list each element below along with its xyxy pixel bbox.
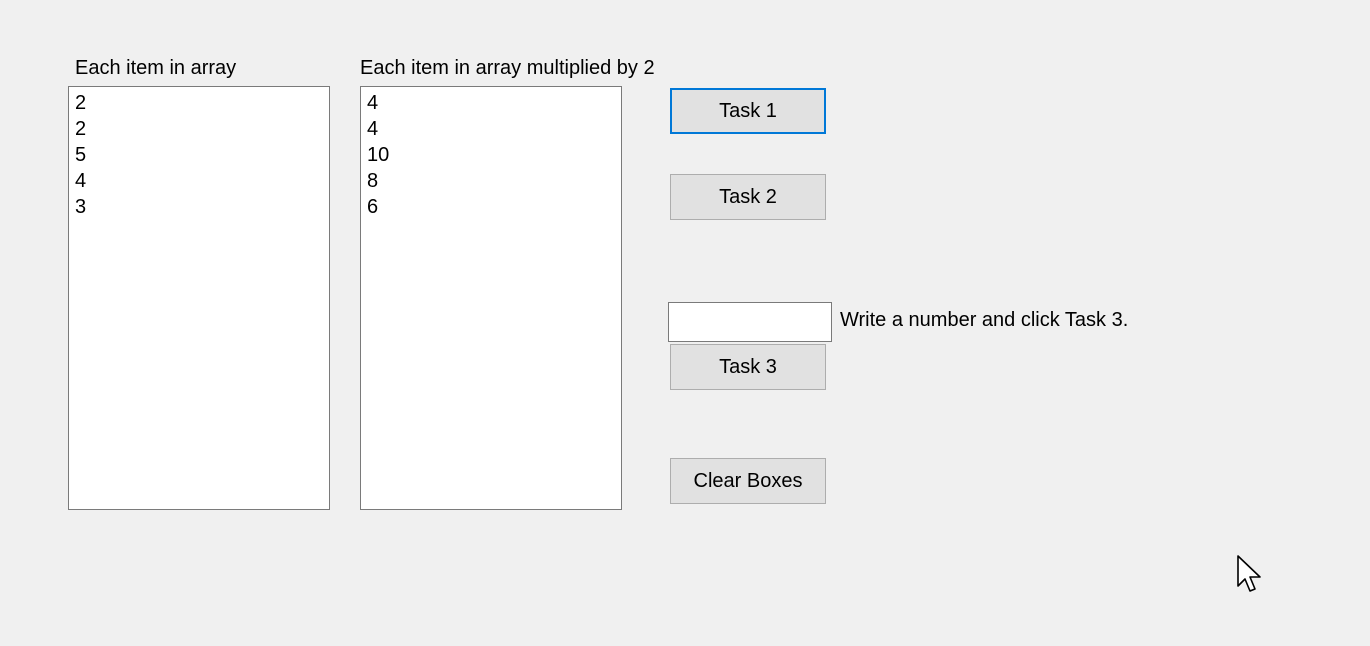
list-item[interactable]: 4	[367, 90, 615, 116]
list-item[interactable]: 6	[367, 194, 615, 220]
list2-label: Each item in array multiplied by 2	[360, 57, 655, 79]
number-input-hint: Write a number and click Task 3.	[840, 309, 1129, 331]
clear-boxes-button[interactable]: Clear Boxes	[670, 458, 826, 504]
array-items-listbox[interactable]: 2 2 5 4 3	[68, 86, 330, 510]
multiplied-items-listbox[interactable]: 4 4 10 8 6	[360, 86, 622, 510]
list-item[interactable]: 10	[367, 142, 615, 168]
task2-button[interactable]: Task 2	[670, 174, 826, 220]
list-item[interactable]: 3	[75, 194, 323, 220]
mouse-pointer-icon	[1237, 555, 1261, 592]
task3-button[interactable]: Task 3	[670, 344, 826, 390]
list-item[interactable]: 4	[367, 116, 615, 142]
list-item[interactable]: 4	[75, 168, 323, 194]
list-item[interactable]: 2	[75, 90, 323, 116]
list-item[interactable]: 5	[75, 142, 323, 168]
number-input[interactable]	[668, 302, 832, 342]
task1-button[interactable]: Task 1	[670, 88, 826, 134]
list-item[interactable]: 2	[75, 116, 323, 142]
list1-label: Each item in array	[75, 57, 237, 79]
list-item[interactable]: 8	[367, 168, 615, 194]
